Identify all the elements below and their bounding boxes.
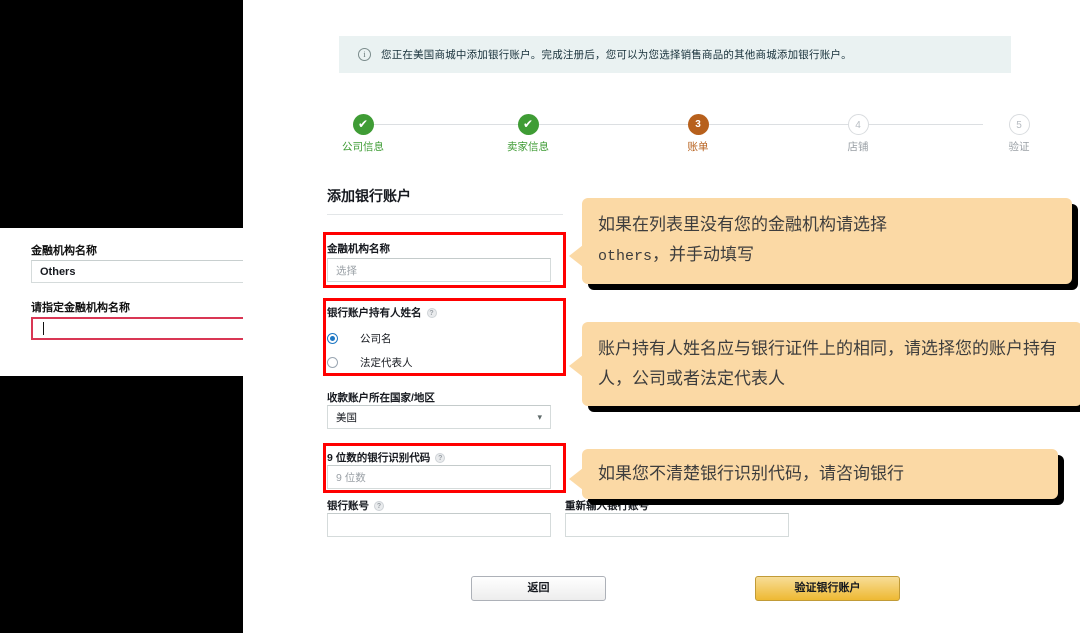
step-company-info[interactable]: ✔ 公司信息	[323, 114, 403, 154]
step-marker: 3	[687, 114, 709, 135]
callout-text-line2: ，并手动填写	[652, 245, 755, 264]
routing-number-label-text: 9 位数的银行识别代码	[327, 452, 431, 464]
routing-number-label: 9 位数的银行识别代码 ?	[327, 450, 446, 465]
help-icon[interactable]: ?	[426, 307, 437, 318]
radio-icon-selected	[327, 333, 338, 344]
step-marker: 4	[847, 114, 869, 135]
registration-page: i 您正在美国商城中添加银行账户。完成注册后，您可以为您选择销售商品的其他商城添…	[243, 0, 1080, 633]
overlay-specify-institution-label: 请指定金融机构名称	[31, 302, 130, 314]
callout-financial-institution: 如果在列表里没有您的金融机构请选择 others，并手动填写	[569, 198, 1072, 284]
overlay-panel-others-specify: 金融机构名称 Others 请指定金融机构名称	[0, 228, 255, 376]
reenter-bank-account-number-label: 重新输入银行账号	[565, 500, 649, 512]
step-store[interactable]: 4 店铺	[818, 114, 898, 154]
step-connector	[363, 124, 503, 125]
callout-text: 账户持有人姓名应与银行证件上的相同，请选择您的账户持有人，公司或者法定代表人	[598, 339, 1057, 388]
help-icon[interactable]: ?	[374, 500, 384, 511]
financial-institution-label: 金融机构名称	[327, 243, 390, 255]
step-billing[interactable]: 3 账单	[658, 114, 738, 154]
callout-text-mono: others	[598, 248, 653, 265]
chevron-down-icon: ▾	[537, 411, 542, 422]
step-seller-info[interactable]: ✔ 卖家信息	[488, 114, 568, 154]
info-banner-text: 您正在美国商城中添加银行账户。完成注册后，您可以为您选择销售商品的其他商城添加银…	[381, 49, 852, 61]
step-marker: 5	[1008, 114, 1030, 135]
account-holder-label-text: 银行账户持有人姓名	[327, 307, 422, 319]
country-region-select[interactable]: 美国 ▾	[327, 405, 551, 429]
callout-routing-number: 如果您不清楚银行识别代码，请咨询银行	[569, 449, 1058, 499]
step-marker: ✔	[517, 114, 539, 135]
overlay-financial-institution-input[interactable]: Others	[31, 260, 255, 283]
step-label: 账单	[687, 141, 709, 153]
verify-bank-account-button[interactable]: 验证银行账户	[755, 576, 900, 601]
title-divider	[327, 214, 563, 215]
info-circle-icon: i	[358, 48, 371, 61]
callout-text-line1: 如果在列表里没有您的金融机构请选择	[598, 215, 887, 234]
country-region-value: 美国	[336, 411, 357, 424]
radio-icon-unselected	[327, 357, 338, 368]
country-region-label: 收款账户所在国家/地区	[327, 392, 435, 404]
bank-account-number-input[interactable]	[327, 513, 551, 537]
callout-account-holder: 账户持有人姓名应与银行证件上的相同，请选择您的账户持有人，公司或者法定代表人	[569, 322, 1080, 406]
radio-label: 法定代表人	[360, 357, 413, 369]
financial-institution-select[interactable]: 选择	[327, 258, 551, 282]
step-marker: ✔	[352, 114, 374, 135]
step-verification[interactable]: 5 验证	[979, 114, 1059, 154]
radio-label: 公司名	[360, 333, 392, 345]
callout-text: 如果您不清楚银行识别代码，请咨询银行	[598, 464, 904, 483]
reenter-bank-account-number-input[interactable]	[565, 513, 789, 537]
back-button[interactable]: 返回	[471, 576, 606, 601]
step-label: 公司信息	[342, 141, 384, 153]
routing-number-input[interactable]: 9 位数	[327, 465, 551, 489]
step-label: 店铺	[847, 141, 869, 153]
overlay-specify-institution-input[interactable]	[31, 317, 255, 340]
info-banner: i 您正在美国商城中添加银行账户。完成注册后，您可以为您选择销售商品的其他商城添…	[339, 36, 1011, 73]
text-caret	[43, 322, 44, 335]
step-label: 卖家信息	[507, 141, 549, 153]
page-title: 添加银行账户	[327, 188, 411, 204]
step-label: 验证	[1008, 141, 1030, 153]
radio-option-company[interactable]: 公司名	[327, 331, 392, 346]
registration-stepper: ✔ 公司信息 ✔ 卖家信息 3 账单 4 店铺 5 验证	[323, 114, 1030, 158]
bank-account-number-label-text: 银行账号	[327, 500, 369, 512]
account-holder-label: 银行账户持有人姓名 ?	[327, 305, 437, 320]
bank-account-number-label: 银行账号 ?	[327, 498, 384, 513]
help-icon[interactable]: ?	[435, 452, 446, 463]
radio-option-legal-representative[interactable]: 法定代表人	[327, 355, 413, 370]
overlay-financial-institution-label: 金融机构名称	[31, 245, 97, 257]
